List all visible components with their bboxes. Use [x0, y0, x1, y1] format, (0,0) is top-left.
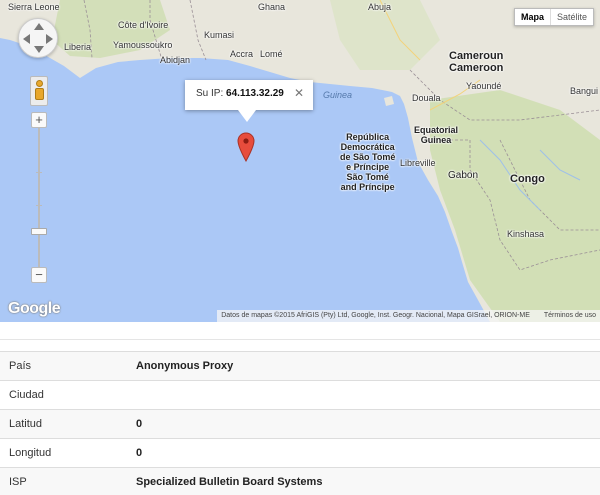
pan-down-icon[interactable] [34, 46, 44, 53]
pan-control[interactable] [18, 18, 58, 58]
row-label-longitude: Longitud [9, 447, 52, 459]
pan-right-icon[interactable] [46, 34, 53, 44]
label-cameroun: Cameroun [449, 50, 504, 62]
zoom-slider-track[interactable] [38, 128, 40, 267]
ip-label: Su IP: [196, 88, 224, 99]
zoom-out-button[interactable]: − [31, 267, 47, 283]
row-label-isp: ISP [9, 476, 27, 489]
label-libreville: Libreville [400, 158, 436, 168]
map-type-satellite-button[interactable]: Satélite [551, 9, 593, 25]
table-row: Longitud 0 [0, 438, 600, 468]
close-icon[interactable]: ✕ [294, 86, 304, 100]
label-cameroon: Cameroon [449, 62, 504, 74]
label-yamoussoukro: Yamoussoukro [113, 40, 173, 50]
location-pin-icon[interactable] [237, 132, 255, 162]
label-ghana: Ghana [258, 2, 286, 12]
info-window-tail [238, 110, 256, 122]
label-equatorial-guinea: Equatorial Guinea [414, 125, 459, 145]
label-abidjan: Abidjan [160, 55, 191, 65]
label-sao-tome: República Democrática de São Tomé e Prín… [340, 132, 396, 192]
table-row: País Anonymous Proxy [0, 351, 600, 381]
label-kumasi: Kumasi [204, 30, 235, 40]
label-douala: Douala [412, 93, 441, 103]
label-gulf-guinea: Guinea [323, 90, 353, 100]
pan-left-icon[interactable] [23, 34, 30, 44]
zoom-slider-thumb[interactable] [31, 228, 47, 235]
table-row: Ciudad [0, 380, 600, 410]
label-sierra-leone: Sierra Leone [8, 2, 60, 12]
label-liberia: Liberia [64, 42, 92, 52]
pegman-body [35, 88, 44, 100]
row-label-latitude: Latitud [9, 418, 43, 430]
label-kinshasa: Kinshasa [507, 229, 545, 239]
row-label-country: País [9, 360, 32, 372]
terms-of-use-link[interactable]: Términos de uso [544, 312, 596, 320]
street-view-pegman-icon[interactable] [30, 76, 48, 106]
label-gabon: Gabon [448, 170, 479, 181]
label-cote-divoire: Côte d'Ivoire [118, 20, 169, 30]
map-type-map-button[interactable]: Mapa [515, 9, 551, 25]
table-row: Latitud 0 [0, 409, 600, 439]
label-bangui: Bangui [570, 86, 599, 96]
row-value-city [136, 381, 600, 410]
row-value-longitude: 0 [136, 447, 143, 459]
row-value-country: Anonymous Proxy [136, 360, 234, 372]
zoom-tick [36, 205, 42, 206]
row-value-isp: Specialized Bulletin Board Systems [136, 476, 323, 489]
ip-value: 64.113.32.29 [226, 88, 284, 99]
ip-details-table: País Anonymous Proxy Ciudad Latitud 0 Lo… [0, 351, 600, 495]
label-accra: Accra [230, 49, 254, 59]
label-congo: Congo [510, 173, 545, 185]
label-lome: Lomé [260, 49, 283, 59]
label-yaounde: Yaoundé [466, 81, 502, 91]
pegman-head [36, 80, 43, 87]
zoom-tick [36, 172, 42, 173]
ip-info-window: Su IP: 64.113.32.29 ✕ [185, 80, 313, 110]
map-canvas[interactable]: Sierra Leone Ghana Abuja Liberia Côte d'… [0, 0, 600, 322]
map-attribution-bar: Datos de mapas ©2015 AfriGIS (Pty) Ltd, … [217, 310, 600, 322]
row-label-city: Ciudad [9, 389, 44, 401]
label-abuja: Abuja [368, 2, 392, 12]
row-value-latitude: 0 [136, 418, 143, 430]
google-logo: Google [8, 300, 61, 317]
pan-up-icon[interactable] [34, 23, 44, 30]
map-type-control: Mapa Satélite [513, 8, 594, 26]
section-divider [0, 339, 600, 340]
zoom-in-button[interactable]: + [31, 112, 47, 128]
table-row: ISP Specialized Bulletin Board Systems [0, 467, 600, 495]
map-data-attribution: Datos de mapas ©2015 AfriGIS (Pty) Ltd, … [221, 312, 530, 319]
